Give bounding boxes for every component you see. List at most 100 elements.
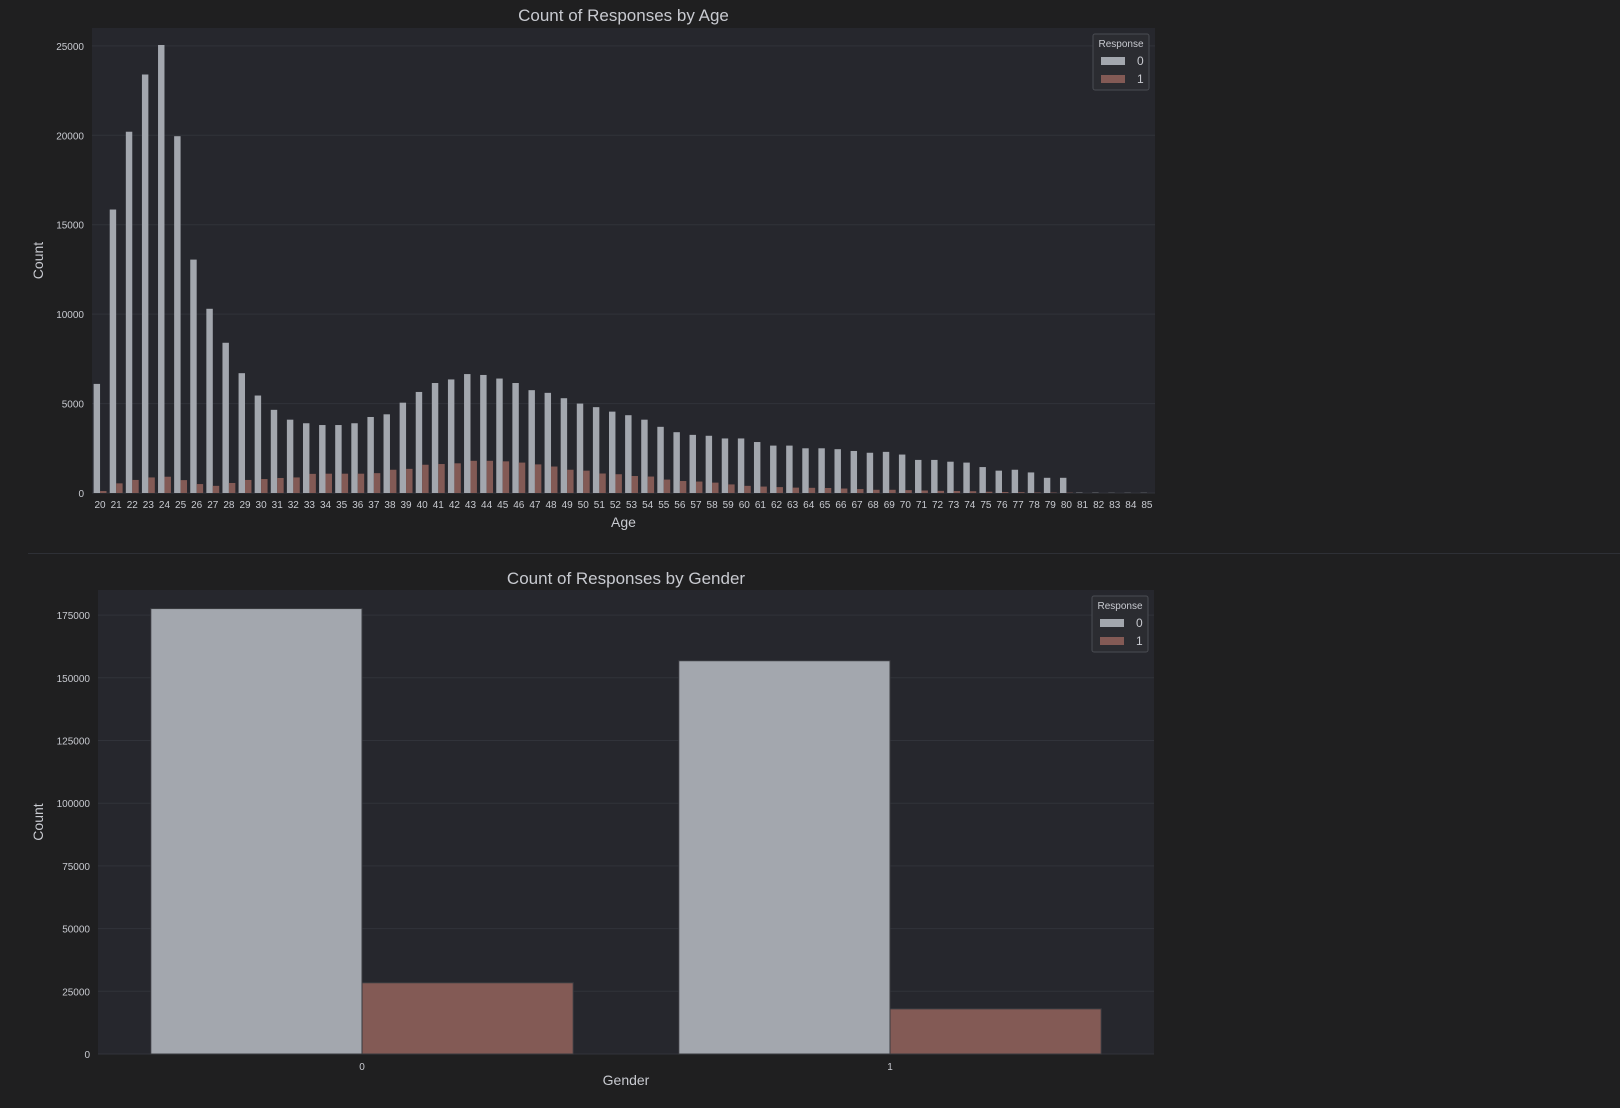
x-tick-label: 73 bbox=[948, 500, 960, 511]
bar-1-62 bbox=[776, 487, 783, 493]
bar-0-41 bbox=[431, 383, 439, 493]
bar-1-46 bbox=[518, 462, 526, 493]
bar-0-29 bbox=[238, 373, 246, 493]
x-tick-label: 25 bbox=[175, 500, 187, 511]
bar-1-40 bbox=[422, 464, 429, 493]
bar-0-73 bbox=[947, 461, 954, 493]
bar-0-53 bbox=[625, 415, 632, 493]
bar-1-42 bbox=[454, 463, 461, 493]
x-tick-label: 43 bbox=[465, 500, 477, 511]
x-tick-label: 53 bbox=[626, 500, 638, 511]
bar-1-36 bbox=[357, 473, 365, 493]
legend-swatch-0 bbox=[1101, 57, 1125, 65]
y-tick-label: 75000 bbox=[62, 862, 90, 873]
bar-1-73 bbox=[953, 491, 961, 493]
bar-0-20 bbox=[93, 383, 101, 493]
bar-0-38 bbox=[383, 414, 390, 493]
bar-1-49 bbox=[567, 469, 574, 493]
bar-0-63 bbox=[786, 445, 793, 493]
bar-1-56 bbox=[679, 481, 687, 493]
legend-swatch-1 bbox=[1100, 637, 1124, 645]
x-tick-label: 20 bbox=[94, 500, 106, 511]
x-tick-label: 26 bbox=[191, 500, 203, 511]
y-tick-label: 175000 bbox=[57, 611, 91, 622]
x-tick-label: 33 bbox=[304, 500, 316, 511]
bar-0-24 bbox=[158, 44, 165, 493]
bar-1-23 bbox=[148, 477, 155, 493]
x-tick-label: 68 bbox=[868, 500, 880, 511]
bar-1-69 bbox=[889, 489, 896, 493]
bar-0-74 bbox=[963, 462, 970, 493]
x-tick-label: 59 bbox=[723, 500, 735, 511]
bar-0-22 bbox=[125, 131, 133, 493]
x-tick-label: 83 bbox=[1109, 500, 1121, 511]
y-tick-label: 25000 bbox=[56, 42, 84, 53]
x-tick-label: 28 bbox=[223, 500, 235, 511]
x-axis-label: Age bbox=[611, 514, 636, 530]
subplot-divider bbox=[28, 553, 1620, 554]
x-tick-label: 34 bbox=[320, 500, 332, 511]
y-tick-label: 15000 bbox=[56, 221, 84, 232]
legend-swatch-0 bbox=[1100, 619, 1124, 627]
bar-0-1 bbox=[678, 660, 891, 1055]
x-tick-label: 54 bbox=[642, 500, 654, 511]
chart-title: Count of Responses by Age bbox=[518, 6, 729, 25]
bar-0-43 bbox=[464, 374, 471, 493]
y-tick-label: 20000 bbox=[56, 131, 84, 142]
x-tick-label: 78 bbox=[1029, 500, 1041, 511]
bar-0-21 bbox=[109, 209, 117, 493]
bar-0-33 bbox=[302, 423, 310, 493]
bar-0-36 bbox=[351, 423, 358, 493]
x-tick-label: 40 bbox=[417, 500, 429, 511]
bar-1-63 bbox=[792, 487, 800, 493]
legend-label-0: 0 bbox=[1136, 616, 1143, 630]
bar-0-48 bbox=[544, 392, 552, 493]
bar-1-21 bbox=[116, 483, 123, 493]
x-tick-label: 49 bbox=[562, 500, 574, 511]
bar-1-41 bbox=[438, 464, 445, 493]
bar-1-24 bbox=[164, 476, 171, 493]
x-tick-label: 22 bbox=[127, 500, 139, 511]
bar-0-75 bbox=[979, 467, 986, 493]
bar-0-72 bbox=[931, 459, 938, 493]
x-tick-label: 30 bbox=[256, 500, 268, 511]
bar-1-20 bbox=[100, 491, 107, 493]
gender-chart: 0 25000 50000 75000 100000 125000 150000 175000… bbox=[30, 569, 1154, 1088]
bar-1-31 bbox=[277, 477, 284, 493]
bar-1-0 bbox=[361, 982, 574, 1055]
x-tick-label: 50 bbox=[578, 500, 590, 511]
bar-0-77 bbox=[1011, 469, 1019, 493]
x-tick-label: 47 bbox=[529, 500, 541, 511]
x-tick-label: 23 bbox=[143, 500, 155, 511]
x-tick-label: 80 bbox=[1061, 500, 1073, 511]
x-tick-label: 35 bbox=[336, 500, 348, 511]
bar-1-61 bbox=[760, 486, 767, 493]
bar-1-54 bbox=[647, 476, 655, 493]
bar-0-79 bbox=[1043, 477, 1051, 493]
x-tick-label: 72 bbox=[932, 500, 944, 511]
x-tick-label: 51 bbox=[594, 500, 606, 511]
bar-1-71 bbox=[921, 490, 928, 493]
bar-1-26 bbox=[196, 484, 204, 493]
bar-1-60 bbox=[744, 485, 751, 493]
bar-0-46 bbox=[512, 383, 519, 493]
bar-1-55 bbox=[663, 479, 671, 493]
bar-0-67 bbox=[850, 450, 858, 493]
bar-0-66 bbox=[834, 449, 841, 493]
bar-0-39 bbox=[399, 402, 407, 493]
bar-1-28 bbox=[228, 482, 236, 493]
bar-1-34 bbox=[325, 473, 332, 493]
bar-1-37 bbox=[373, 473, 381, 493]
bar-0-60 bbox=[737, 438, 745, 493]
bar-0-56 bbox=[673, 432, 680, 493]
legend: Response 0 1 bbox=[1091, 595, 1149, 653]
bar-1-64 bbox=[808, 487, 816, 493]
x-tick-label: 48 bbox=[545, 500, 557, 511]
bar-0-0 bbox=[150, 608, 363, 1055]
x-tick-label: 38 bbox=[384, 500, 396, 511]
bar-1-58 bbox=[712, 482, 719, 493]
legend-label-1: 1 bbox=[1136, 634, 1143, 648]
bar-1-75 bbox=[985, 491, 993, 493]
bar-0-44 bbox=[480, 374, 487, 493]
x-tick-label: 31 bbox=[272, 500, 284, 511]
